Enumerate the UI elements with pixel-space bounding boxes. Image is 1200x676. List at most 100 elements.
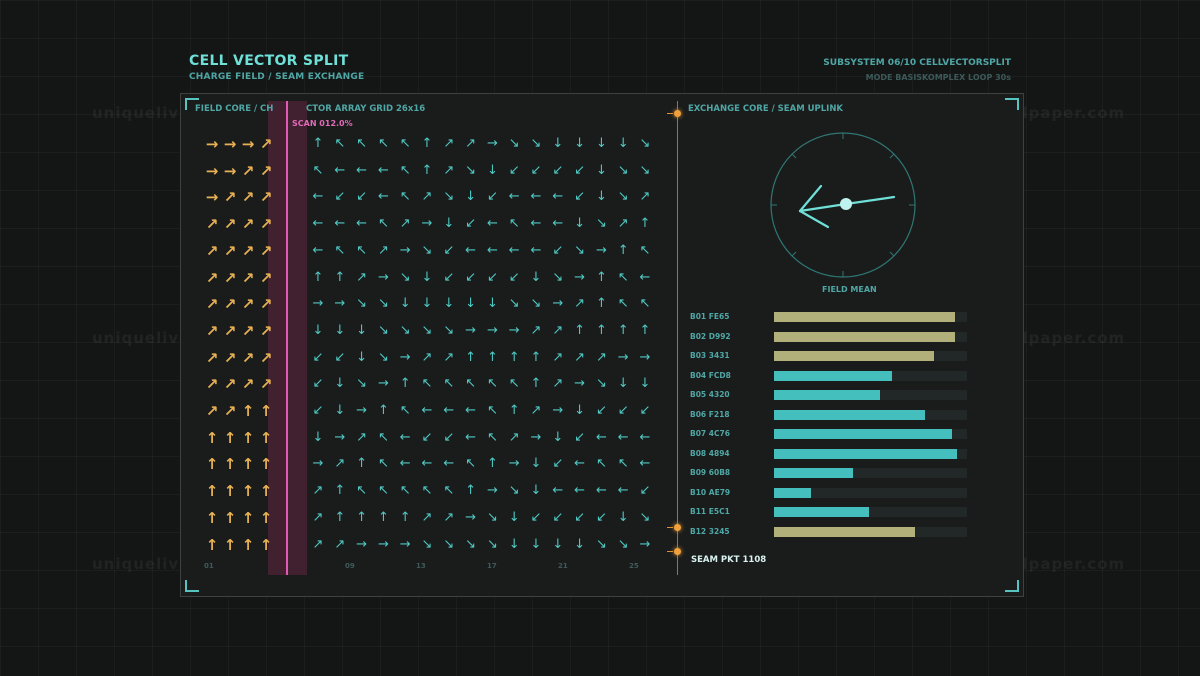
bar-row: B07 4C76	[690, 428, 970, 440]
arrow-icon: ←	[356, 162, 368, 178]
arrow-icon: ↖	[377, 483, 389, 499]
arrow-icon: →	[552, 403, 564, 418]
arrow-icon: ↗	[617, 216, 629, 232]
bar-track	[774, 331, 967, 342]
bar-fill	[774, 390, 881, 400]
arrow-icon: ↓	[574, 536, 586, 552]
arrow-icon: →	[574, 269, 586, 285]
arrow-icon: ↙	[443, 429, 455, 445]
arrow-icon: ↘	[443, 189, 455, 205]
arrow-icon: ↙	[595, 403, 607, 418]
bar-track	[774, 429, 967, 439]
arrow-icon: ↘	[595, 376, 607, 392]
arrow-icon: ↙	[530, 162, 542, 178]
arrow-icon: ←	[312, 242, 324, 258]
arrow-icon: ↓	[552, 136, 564, 151]
arrow-icon: ↓	[639, 376, 651, 392]
arrow-icon: ↗	[259, 241, 273, 260]
arrow-icon: ↖	[377, 216, 389, 232]
arrow-icon: ↑	[574, 322, 586, 338]
bar-track	[774, 409, 967, 420]
arrow-icon: ↓	[465, 296, 477, 312]
arrow-icon: ↖	[465, 456, 477, 472]
arrow-icon: ↗	[259, 375, 273, 394]
arrow-icon: ↗	[421, 349, 433, 365]
arrow-icon: →	[356, 403, 368, 418]
arrow-icon: ↑	[465, 483, 477, 499]
arrow-icon: ↘	[617, 536, 629, 552]
node-icon[interactable]	[674, 110, 681, 117]
bar-row: B03 3431	[690, 350, 970, 362]
arrow-icon: ←	[574, 456, 586, 472]
node-tick	[667, 113, 673, 114]
arrow-icon: ↙	[356, 189, 368, 205]
arrow-icon: ↓	[530, 536, 542, 552]
arrow-icon: ↓	[399, 296, 411, 312]
arrow-icon: ↗	[356, 269, 368, 285]
arrow-icon: →	[399, 536, 411, 552]
arrow-icon: ↗	[334, 536, 346, 552]
scan-line[interactable]	[286, 101, 288, 575]
arrow-icon: ↓	[530, 456, 542, 472]
seam-line	[677, 101, 678, 575]
arrow-icon: ↙	[312, 403, 324, 418]
arrow-icon: ↘	[421, 322, 433, 338]
bar-fill	[774, 487, 811, 498]
arrow-icon: ↗	[356, 429, 368, 445]
arrow-icon: →	[465, 509, 477, 525]
arrow-icon: ↖	[465, 376, 477, 392]
arrow-icon: ↙	[486, 189, 498, 205]
arrow-icon: ↘	[443, 536, 455, 552]
bar-row: B09 60B8	[690, 467, 970, 479]
arrow-icon: ↖	[508, 376, 520, 392]
arrow-icon: ↗	[334, 456, 346, 472]
arrow-icon: ↘	[377, 349, 389, 365]
arrow-icon: ←	[530, 189, 542, 205]
arrow-icon: ↖	[399, 189, 411, 205]
arrow-icon: ↘	[595, 216, 607, 232]
arrow-icon: ↗	[259, 161, 273, 180]
arrow-icon: ↘	[443, 322, 455, 338]
arrow-icon: ↑	[377, 509, 389, 525]
seam-packet-label: SEAM PKT 1108	[691, 555, 767, 565]
arrow-icon: ←	[465, 242, 477, 258]
arrow-icon: ↓	[595, 162, 607, 178]
arrow-icon: ↓	[508, 536, 520, 552]
arrow-icon: ↑	[465, 349, 477, 365]
arrow-icon: ←	[486, 242, 498, 258]
page-subtitle: CHARGE FIELD / SEAM EXCHANGE	[189, 72, 365, 82]
bar-label: B11 E5C1	[690, 507, 730, 516]
arrow-icon: ↖	[356, 483, 368, 499]
arrow-icon: ↗	[312, 509, 324, 525]
arrow-icon: ↑	[530, 376, 542, 392]
arrow-icon: ↖	[377, 456, 389, 472]
arrow-icon: ↓	[421, 269, 433, 285]
bar-row: B08 4894	[690, 448, 970, 460]
arrow-icon: ↓	[356, 349, 368, 365]
bar-track	[774, 370, 967, 381]
x-tick: 09	[345, 562, 355, 570]
node-icon[interactable]	[674, 548, 681, 555]
arrow-icon: ↗	[259, 215, 273, 234]
bar-label: B01 FE65	[690, 312, 730, 321]
x-tick: 25	[629, 562, 639, 570]
arrow-icon: ↗	[312, 536, 324, 552]
arrow-icon: ↗	[421, 189, 433, 205]
node-icon[interactable]	[674, 524, 681, 531]
arrow-icon: →	[334, 429, 346, 445]
arrow-icon: ↘	[595, 536, 607, 552]
arrow-icon: ↙	[443, 269, 455, 285]
bar-fill	[774, 526, 915, 537]
arrow-icon: ↗	[312, 483, 324, 499]
arrow-icon: ←	[421, 456, 433, 472]
arrow-icon: ↗	[259, 295, 273, 314]
arrow-icon: →	[465, 322, 477, 338]
arrow-icon: ↙	[639, 403, 651, 418]
arrow-icon: ↓	[617, 136, 629, 151]
arrow-icon: ↖	[334, 136, 346, 151]
arrow-icon: ↗	[259, 268, 273, 287]
arrow-icon: ↙	[552, 242, 564, 258]
bar-track	[774, 468, 967, 478]
arrow-icon: ↓	[595, 136, 607, 151]
field-core-label: FIELD CORE / CH	[195, 104, 274, 114]
